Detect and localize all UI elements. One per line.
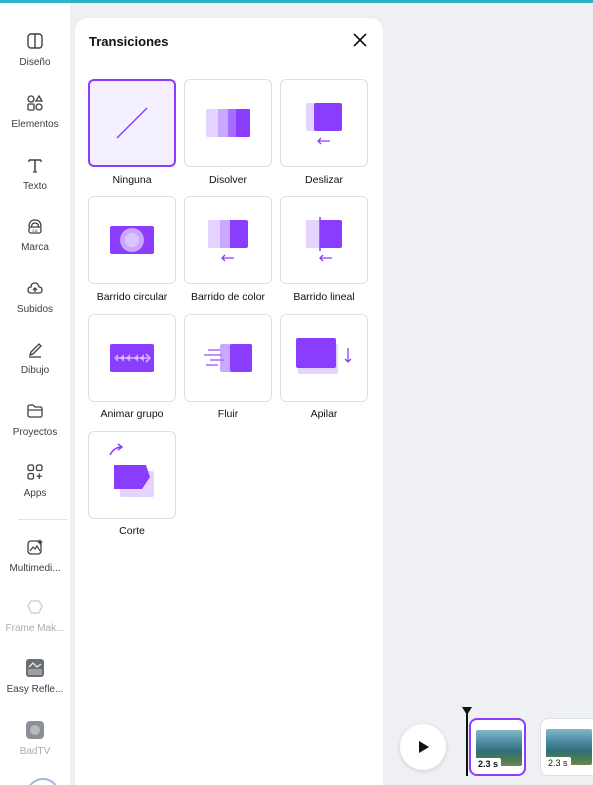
sidebar-item-label: Texto [23,181,47,192]
brand-icon: co [23,214,47,238]
clip-duration: 2.3 s [475,758,502,770]
sidebar-item-texto[interactable]: Texto [0,153,70,205]
sidebar-item-frame-maker[interactable]: Frame Mak... [0,595,70,647]
color-wipe-icon [208,220,248,262]
play-icon [419,741,429,753]
transition-tile-disolver[interactable] [184,79,272,167]
transition-tile-apilar[interactable] [280,314,368,402]
sidebar-item-dibujo[interactable]: Dibujo [0,337,70,389]
sidebar-item-diseno[interactable]: Diseño [0,29,70,81]
play-button[interactable] [400,724,446,770]
text-icon [23,153,47,177]
svg-text:co: co [32,229,37,234]
transition-tile-barrido-lineal[interactable] [280,196,368,284]
frame-maker-icon [23,595,47,619]
close-button[interactable] [348,30,372,54]
sidebar-item-badtv[interactable]: BadTV [0,718,70,770]
sidebar-item-label: Apps [23,488,47,499]
sidebar-item-label: Marca [21,242,49,253]
stack-icon [296,338,352,374]
folder-icon [23,399,47,423]
sidebar-item-label: Multimedi... [9,563,61,574]
sidebar-item-label: Easy Refle... [6,684,64,695]
sidebar-item-multimedia[interactable]: Multimedi... [0,535,70,587]
avatar[interactable] [26,778,60,785]
panel-title: Transiciones [89,34,169,49]
transition-tile-deslizar[interactable] [280,79,368,167]
sidebar-item-label: Subidos [16,304,54,315]
transition-tile-barrido-color[interactable] [184,196,272,284]
clip-duration: 2.3 s [545,757,571,769]
transition-label: Corte [119,525,145,537]
transition-tile-barrido-circular[interactable] [88,196,176,284]
line-wipe-icon [306,217,342,262]
playhead[interactable] [466,712,468,776]
transition-label: Animar grupo [100,408,164,420]
dissolve-icon [206,109,250,137]
badtv-icon [23,718,47,742]
none-icon [116,107,148,139]
transition-label: Barrido circular [96,291,168,303]
sidebar-item-apps[interactable]: Apps [0,460,70,512]
transition-tile-fluir[interactable] [184,314,272,402]
magic-media-icon [23,535,47,559]
sidebar-item-label: Frame Mak... [5,623,65,634]
sidebar-item-subidos[interactable]: Subidos [0,276,70,328]
transition-label: Disolver [209,174,247,186]
apps-grid-icon [23,460,47,484]
cut-icon [109,443,154,497]
transition-tile-corte[interactable] [88,431,176,519]
sidebar-divider [18,519,68,520]
sidebar-item-label: Proyectos [12,427,58,438]
sidebar-item-proyectos[interactable]: Proyectos [0,399,70,451]
upload-cloud-icon [23,276,47,300]
close-icon [353,32,367,52]
slide-icon [306,103,342,145]
top-accent-line [0,0,593,3]
transition-label: Ninguna [112,174,152,186]
sidebar-item-label: BadTV [19,746,51,757]
flow-icon [204,344,252,372]
sidebar: Diseño Elementos Texto co Marca Subidos … [0,3,70,785]
sidebar-item-easy-reflections[interactable]: Easy Refle... [0,656,70,708]
transition-label: Barrido de color [190,291,266,303]
transition-tile-ninguna[interactable] [88,79,176,167]
sidebar-item-label: Elementos [11,119,59,130]
circle-wipe-icon [110,226,154,254]
transition-label: Apilar [310,408,338,420]
transition-label: Deslizar [305,174,343,186]
easy-reflections-icon [23,656,47,680]
transition-tile-animar-grupo[interactable] [88,314,176,402]
sidebar-item-label: Diseño [19,57,51,68]
layout-icon [23,29,47,53]
shapes-icon [23,91,47,115]
sidebar-item-marca[interactable]: co Marca [0,214,70,266]
sidebar-item-elementos[interactable]: Elementos [0,91,70,143]
transitions-panel: Transiciones Ninguna Disolver Deslizar B… [75,18,383,785]
sidebar-item-label: Dibujo [20,365,50,376]
pen-icon [23,337,47,361]
transition-label: Barrido lineal [293,291,355,303]
timeline-clip[interactable]: 2.3 s [540,718,593,776]
timeline-clip[interactable]: 2.3 s [469,718,526,776]
animate-group-icon [110,344,154,372]
transition-label: Fluir [217,408,239,420]
